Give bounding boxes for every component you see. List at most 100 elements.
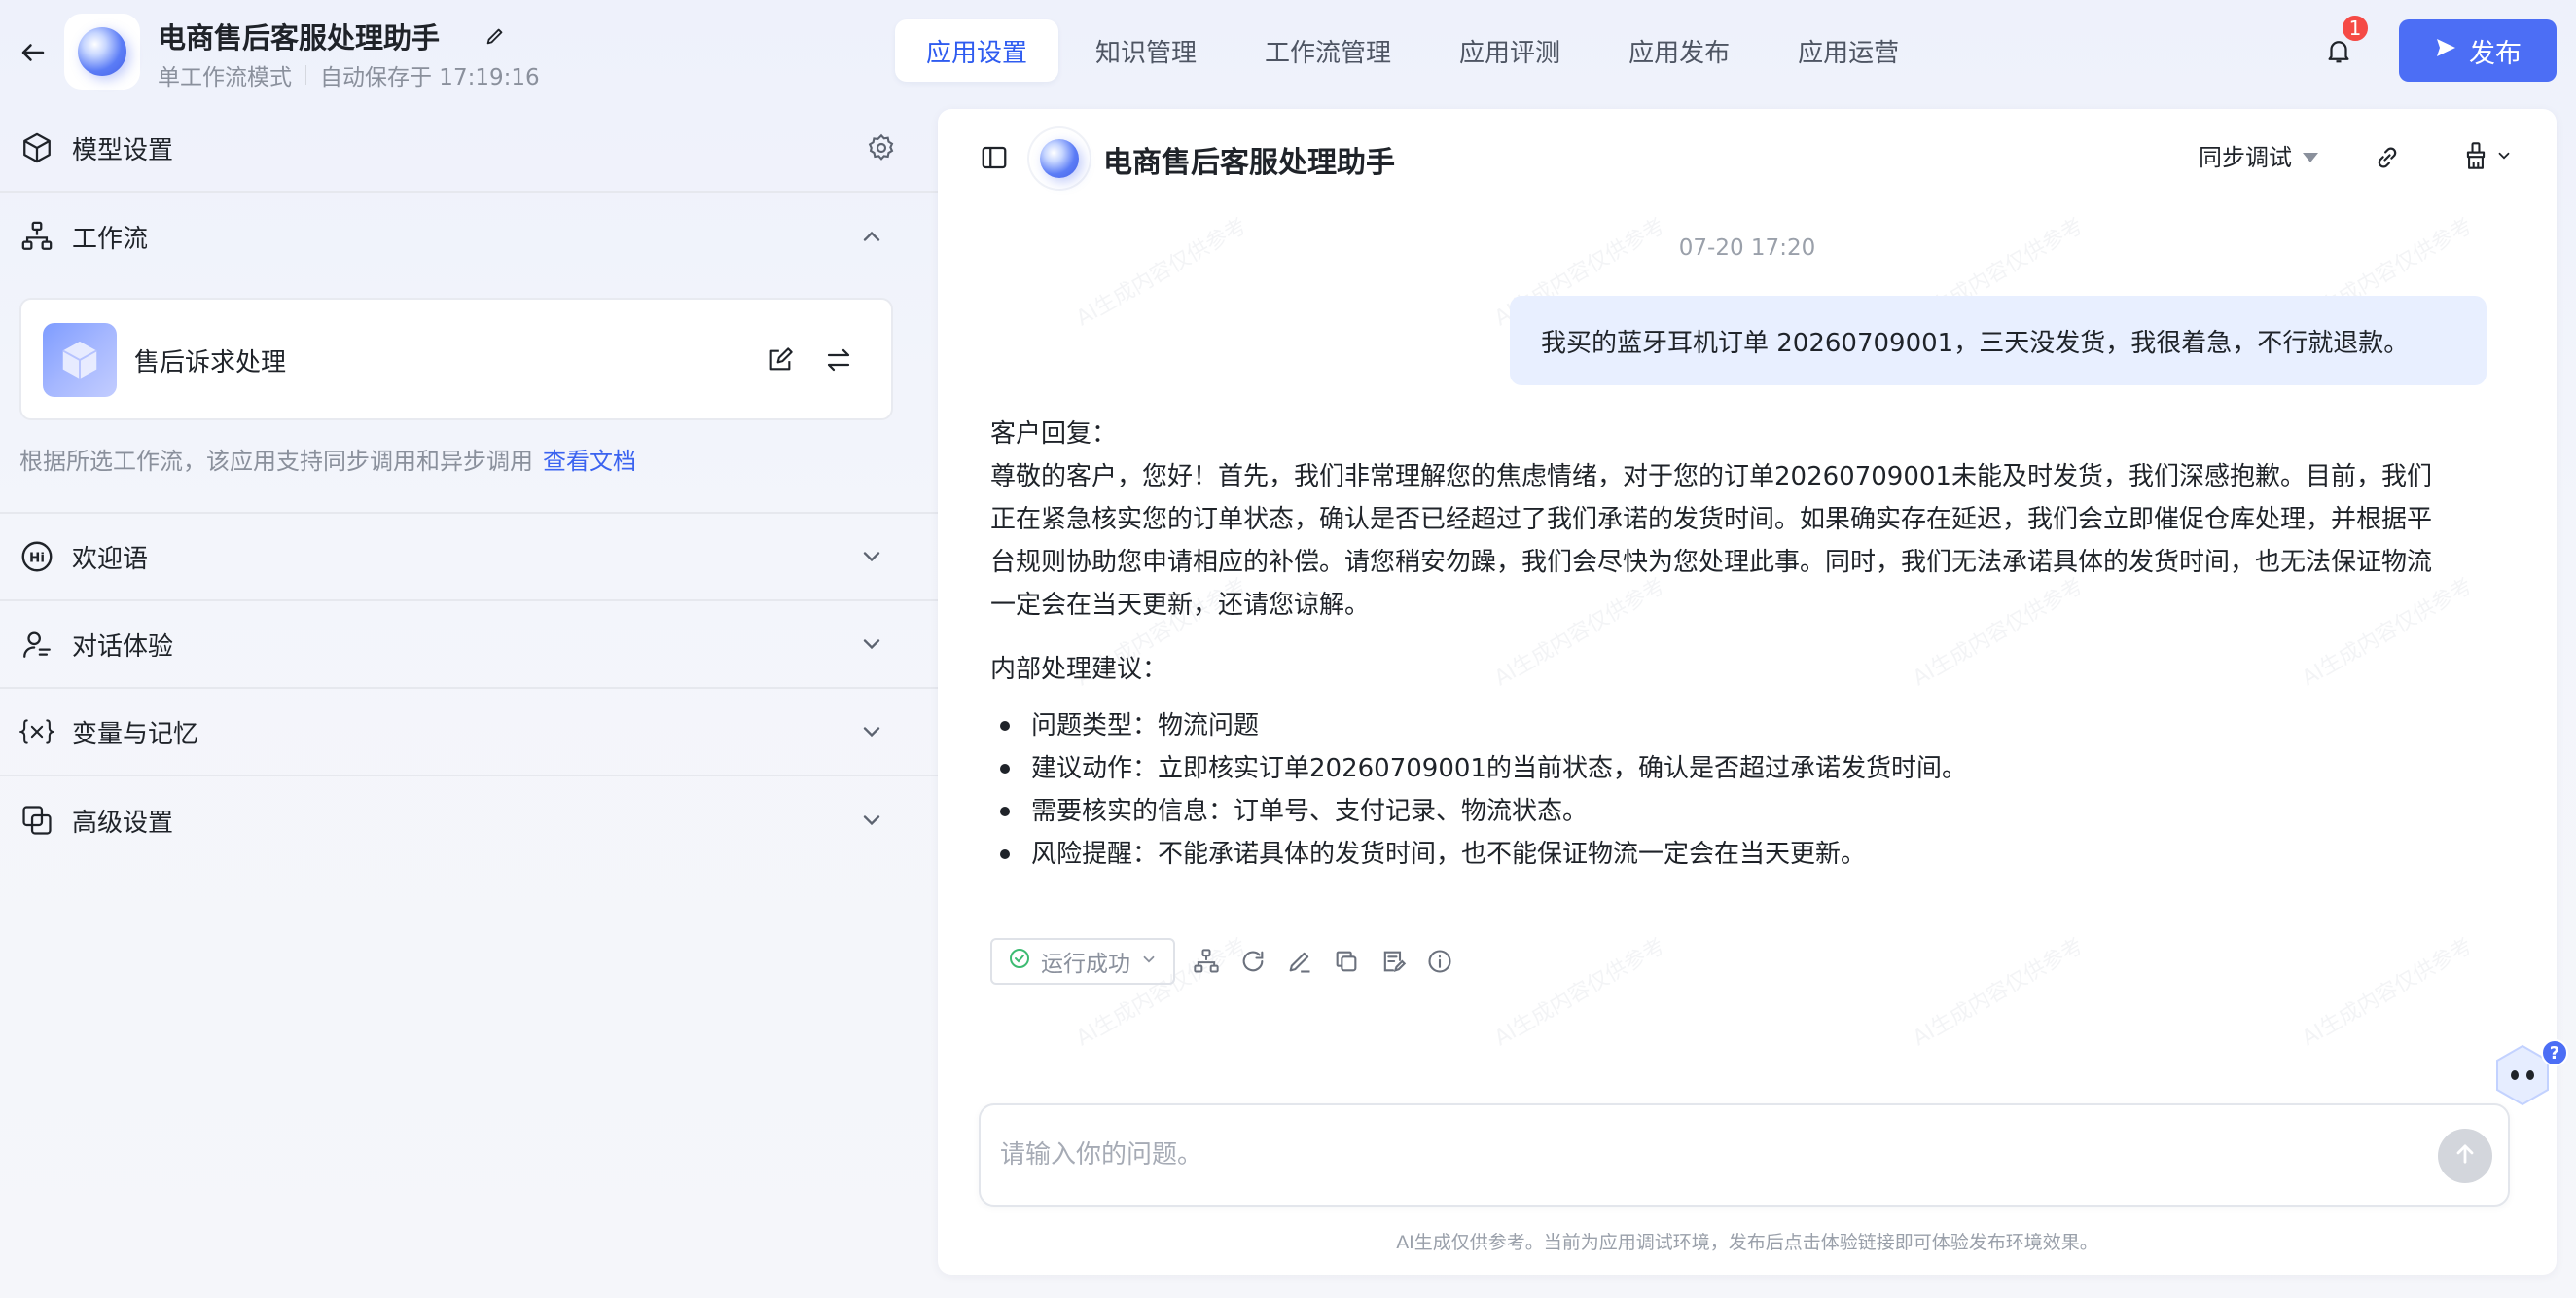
workflow-name: 售后诉求处理 <box>134 348 287 378</box>
message-timestamp: 07-20 17:20 <box>1678 235 1816 261</box>
copy-icon[interactable] <box>1331 946 1362 977</box>
list-item: 需要核实的信息：订单号、支付记录、物流状态。 <box>990 790 2450 833</box>
check-circle-icon <box>1008 947 1031 976</box>
chevron-down-icon[interactable] <box>854 627 889 662</box>
advanced-label: 高级设置 <box>72 808 174 838</box>
chevron-down-icon[interactable] <box>854 539 889 574</box>
welcome-label: 欢迎语 <box>72 544 149 574</box>
divider <box>305 65 306 85</box>
disclaimer-note: AI生成仅供参考。当前为应用调试环境，发布后点击体验链接即可体验发布环境效果。 <box>1396 1232 2098 1253</box>
chevron-down-icon[interactable] <box>854 714 889 749</box>
tab-knowledge[interactable]: 知识管理 <box>1064 19 1228 82</box>
autosave-label: 自动保存于 17:19:16 <box>320 65 540 90</box>
edit-pen-icon[interactable] <box>1284 946 1315 977</box>
caret-down-icon <box>2302 142 2319 169</box>
debug-chat-panel: AI生成内容仅供参考 AI生成内容仅供参考 AI生成内容仅供参考 AI生成内容仅… <box>938 109 2557 1275</box>
list-item: 建议动作：立即核实订单20260709001的当前状态，确认是否超过承诺发货时间… <box>990 747 2450 790</box>
conversation-label: 对话体验 <box>72 631 174 662</box>
model-settings-label: 模型设置 <box>72 135 174 165</box>
back-arrow-icon[interactable] <box>14 33 53 72</box>
chevron-down-icon <box>2495 147 2513 168</box>
watermark: AI生成内容仅供参考 <box>1490 933 1669 1052</box>
workflow-mode-label: 单工作流模式 <box>158 65 292 90</box>
clear-history-button[interactable] <box>2453 138 2522 177</box>
notification-badge: 1 <box>2341 14 2370 43</box>
section-advanced[interactable]: 高级设置 <box>0 776 938 864</box>
cube-icon <box>19 130 54 165</box>
workflow-hint-text: 根据所选工作流，该应用支持同步调用和异步调用 <box>19 448 533 475</box>
nav-tabs: 应用设置 知识管理 工作流管理 应用评测 应用发布 应用运营 <box>895 19 1930 82</box>
chat-input[interactable] <box>1000 1105 2401 1205</box>
message-actions: 运行成功 <box>990 938 1455 985</box>
edit-pencil-icon[interactable] <box>479 19 512 53</box>
section-workflow[interactable]: 工作流 <box>0 193 938 280</box>
tab-release[interactable]: 应用发布 <box>1597 19 1761 82</box>
customer-reply-heading: 客户回复： <box>990 419 1118 449</box>
note-icon[interactable] <box>1377 946 1409 977</box>
user-message-bubble: 我买的蓝牙耳机订单 20260709001，三天没发货，我很着急，不行就退款。 <box>1510 296 2487 385</box>
edit-icon[interactable] <box>763 343 798 378</box>
variables-label: 变量与记忆 <box>72 719 199 749</box>
chevron-up-icon[interactable] <box>854 219 889 254</box>
orb-logo-icon <box>78 27 126 76</box>
debug-mode-value: 同步调试 <box>2199 144 2292 171</box>
chat-input-box <box>979 1103 2510 1207</box>
sidebar-toggle-icon[interactable] <box>977 140 1012 175</box>
watermark: AI生成内容仅供参考 <box>2298 933 2477 1052</box>
chat-toolbar: 电商售后客服处理助手 同步调试 <box>938 109 2557 206</box>
section-conversation[interactable]: 对话体验 <box>0 601 938 689</box>
tab-evaluation[interactable]: 应用评测 <box>1428 19 1592 82</box>
link-icon[interactable] <box>2368 138 2407 177</box>
debug-mode-select[interactable]: 同步调试 <box>2199 138 2319 172</box>
publish-button[interactable]: 发布 <box>2399 19 2557 82</box>
publish-label: 发布 <box>2469 38 2522 69</box>
customer-reply-body: 尊敬的客户，您好！首先，我们非常理解您的焦虑情绪，对于您的订单202607090… <box>990 462 2433 620</box>
chat-app-logo <box>1029 128 1090 189</box>
broom-icon <box>2462 141 2489 174</box>
workflow-label: 工作流 <box>72 224 149 254</box>
svg-text:Hi: Hi <box>29 550 45 565</box>
layers-icon <box>19 803 54 838</box>
run-status-dropdown[interactable]: 运行成功 <box>990 938 1175 985</box>
hi-icon: Hi <box>19 539 54 574</box>
section-model-settings[interactable]: 模型设置 <box>0 105 938 193</box>
regenerate-icon[interactable] <box>1237 946 1269 977</box>
internal-suggestion-list: 问题类型：物流问题 建议动作：立即核实订单20260709001的当前状态，确认… <box>990 704 2450 876</box>
internal-suggestion-heading: 内部处理建议： <box>990 655 1168 684</box>
settings-panel: 模型设置 工作流 售后诉求处理 根据所选工作流，该应用支持同步调用和异步调用 查看… <box>0 105 938 1298</box>
info-icon[interactable] <box>1424 946 1455 977</box>
variable-icon <box>19 714 54 749</box>
chat-title: 电商售后客服处理助手 <box>1103 146 1395 180</box>
list-item: 问题类型：物流问题 <box>990 704 2450 747</box>
tab-workflow-management[interactable]: 工作流管理 <box>1234 19 1422 82</box>
chevron-down-icon <box>1140 949 1158 974</box>
workflow-icon <box>19 219 54 254</box>
orb-logo-icon <box>1040 139 1079 178</box>
tab-operations[interactable]: 应用运营 <box>1767 19 1930 82</box>
section-welcome[interactable]: Hi 欢迎语 <box>0 512 938 601</box>
workflow-trace-icon[interactable] <box>1191 946 1222 977</box>
send-button[interactable] <box>2438 1129 2492 1183</box>
top-header: 电商售后客服处理助手 单工作流模式 自动保存于 17:19:16 应用设置 知识… <box>0 0 2576 105</box>
app-subtitle: 单工作流模式 自动保存于 17:19:16 <box>158 58 540 91</box>
app-logo <box>64 14 140 90</box>
run-status-label: 运行成功 <box>1041 952 1130 977</box>
swap-icon[interactable] <box>821 343 856 378</box>
gear-icon[interactable] <box>864 130 899 165</box>
workflow-cube-icon <box>43 323 117 397</box>
app-title: 电商售后客服处理助手 <box>158 21 441 54</box>
bot-message: 客户回复： 尊敬的客户，您好！首先，我们非常理解您的焦虑情绪，对于您的订单202… <box>990 413 2450 876</box>
section-variables[interactable]: 变量与记忆 <box>0 689 938 776</box>
workflow-card[interactable]: 售后诉求处理 <box>19 298 893 420</box>
tab-app-settings[interactable]: 应用设置 <box>895 19 1059 82</box>
arrow-up-icon <box>2451 1140 2479 1172</box>
help-badge: ? <box>2541 1039 2568 1066</box>
watermark: AI生成内容仅供参考 <box>1909 933 2088 1052</box>
workflow-hint: 根据所选工作流，该应用支持同步调用和异步调用 查看文档 <box>19 442 636 476</box>
list-item: 风险提醒：不能承诺具体的发货时间，也不能保证物流一定会在当天更新。 <box>990 833 2450 876</box>
send-plane-icon <box>2434 36 2457 66</box>
watermark: AI生成内容仅供参考 <box>1072 213 1251 332</box>
user-chat-icon <box>19 627 54 662</box>
chevron-down-icon[interactable] <box>854 803 889 838</box>
view-docs-link[interactable]: 查看文档 <box>543 448 636 475</box>
